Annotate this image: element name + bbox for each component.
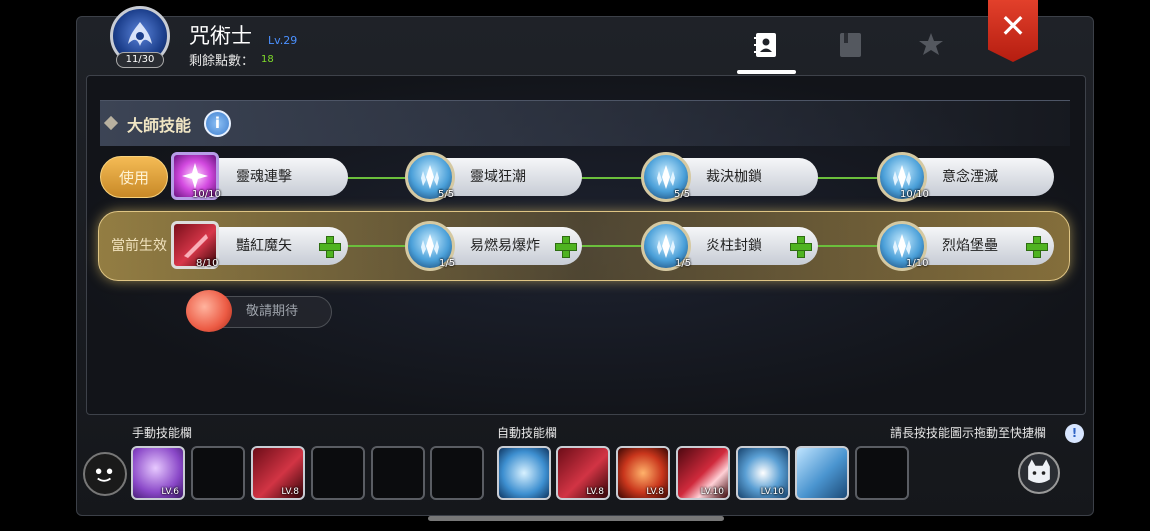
skill-count: 1/10: [906, 258, 929, 269]
crystal-glyph: [893, 165, 911, 189]
crystal-glyph: [657, 234, 675, 258]
skill-count: 10/10: [192, 189, 221, 200]
crystal-glyph: [893, 234, 911, 258]
auto-slot-5[interactable]: LV.10: [736, 446, 790, 500]
skill-count: 10/10: [900, 189, 929, 200]
manual-slot-5[interactable]: [371, 446, 425, 500]
emblem-star-icon: [919, 33, 943, 55]
add-point-button[interactable]: [319, 236, 341, 258]
coming-soon-label: 敬請期待: [246, 304, 299, 319]
manual-slot-3[interactable]: LV.8: [251, 446, 305, 500]
skill-count: 1/5: [675, 258, 692, 269]
slot-level: LV.10: [760, 487, 784, 497]
use-button[interactable]: 使用: [100, 156, 168, 198]
skill-level-count: 11/30: [116, 52, 164, 68]
manual-skill-bar-label: 手動技能欄: [132, 426, 193, 440]
auto-slot-6[interactable]: [795, 446, 849, 500]
auto-slot-4[interactable]: LV.10: [676, 446, 730, 500]
slot-level: LV.6: [161, 487, 179, 497]
skill-name: 豔紅魔矢: [236, 238, 292, 254]
skill-count: 5/5: [674, 189, 691, 200]
manual-slot-6[interactable]: [430, 446, 484, 500]
sparkle-icon: [182, 163, 208, 189]
info-button[interactable]: i: [204, 110, 231, 137]
add-point-button[interactable]: [1026, 236, 1048, 258]
slash-glyph: [184, 234, 208, 258]
close-icon: ✕: [999, 7, 1027, 45]
class-name: 咒術士: [189, 24, 252, 48]
auto-slot-1[interactable]: [497, 446, 551, 500]
manual-slot-4[interactable]: [311, 446, 365, 500]
skill-name: 炎柱封鎖: [706, 238, 762, 254]
auto-skill-bar-label: 自動技能欄: [497, 426, 558, 440]
home-indicator[interactable]: [428, 516, 724, 521]
close-button[interactable]: ✕: [988, 0, 1038, 62]
tab-emblem[interactable]: [914, 28, 948, 62]
skill-count: 1/5: [439, 258, 456, 269]
drag-hint-text: 請長按技能圖示拖動至快捷欄: [890, 426, 1047, 440]
slot-level: LV.8: [586, 487, 604, 497]
manual-mode-avatar-icon[interactable]: [83, 452, 127, 496]
tab-skill-book[interactable]: [749, 28, 783, 62]
manual-slot-1[interactable]: LV.6: [131, 446, 185, 500]
remaining-points-value: 18: [261, 54, 274, 65]
slot-level: LV.8: [646, 487, 664, 497]
manual-slot-2[interactable]: [191, 446, 245, 500]
crystal-glyph: [421, 234, 439, 258]
master-skill-header-bar: [100, 100, 1070, 146]
cat-avatar-icon[interactable]: [1018, 452, 1060, 494]
slot-level: LV.8: [281, 487, 299, 497]
auto-slot-2[interactable]: LV.8: [556, 446, 610, 500]
current-effect-label: 當前生效: [111, 238, 167, 254]
skill-name: 裁決枷鎖: [706, 169, 762, 185]
tab-journal[interactable]: [833, 28, 867, 62]
hint-icon[interactable]: !: [1065, 424, 1084, 443]
skill-name: 意念湮滅: [942, 169, 998, 185]
skill-name: 靈魂連擊: [236, 169, 292, 185]
journal-icon: [840, 33, 861, 57]
skill-name: 靈域狂潮: [470, 169, 526, 185]
cat-glyph: [1028, 459, 1050, 483]
class-level: Lv.29: [268, 34, 298, 47]
skill-book-icon: [754, 33, 776, 57]
add-point-button[interactable]: [790, 236, 812, 258]
auto-slot-3[interactable]: LV.8: [616, 446, 670, 500]
master-skill-title: 大師技能: [127, 116, 192, 135]
slot-level: LV.10: [700, 487, 724, 497]
warlock-emblem-icon: [128, 22, 152, 46]
skill-count: 8/10: [196, 258, 219, 269]
skill-name: 烈焰堡壘: [942, 238, 998, 254]
crystal-glyph: [657, 165, 675, 189]
face-glyph: [95, 468, 113, 482]
crystal-glyph: [421, 165, 439, 189]
auto-slot-7[interactable]: [855, 446, 909, 500]
remaining-points-label: 剩餘點數：: [189, 54, 255, 69]
pet-mascot-icon: [186, 290, 232, 332]
skill-name: 易燃易爆炸: [470, 238, 540, 254]
add-point-button[interactable]: [555, 236, 577, 258]
skill-count: 5/5: [438, 189, 455, 200]
tab-active-indicator: [737, 70, 796, 74]
